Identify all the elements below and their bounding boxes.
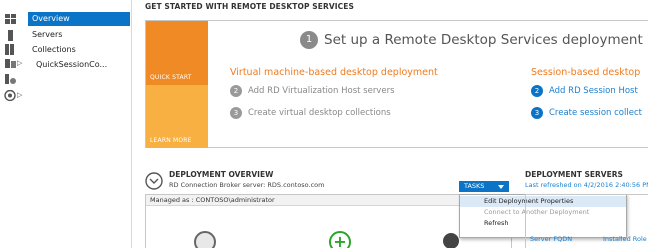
add-server-icon[interactable]: + (329, 231, 351, 248)
quick-start-tile[interactable]: QUICK START (146, 21, 208, 85)
vm-step-2-link[interactable]: Add RD Virtualization Host servers (248, 86, 395, 96)
column-header-installed-role[interactable]: Installed Role (603, 235, 647, 243)
server-manager-icon-rail: ▷ ▷ (0, 0, 24, 248)
vm-deployment-heading: Virtual machine-based desktop deployment (230, 67, 438, 78)
rd-gateway-icon[interactable] (443, 233, 459, 248)
file-storage-icon[interactable] (4, 58, 18, 69)
session-step-2: 2 Add RD Session Host (531, 85, 638, 97)
get-started-panel: QUICK START LEARN MORE 1 Set up a Remote… (145, 20, 648, 148)
column-header-server-fqdn[interactable]: Server FQDN (530, 235, 572, 243)
iis-icon[interactable] (4, 74, 18, 85)
rds-navigation-pane: Overview Servers Collections QuickSessio… (24, 0, 132, 248)
nav-item-servers[interactable]: Servers (28, 28, 62, 42)
learn-more-label: LEARN MORE (150, 137, 192, 144)
vm-step-2: 2 Add RD Virtualization Host servers (230, 85, 395, 97)
vm-step-3: 3 Create virtual desktop collections (230, 107, 391, 119)
local-server-icon[interactable] (4, 30, 18, 41)
connection-broker-label: RD Connection Broker server: RDS.contoso… (169, 181, 325, 189)
quick-start-label: QUICK START (150, 74, 192, 81)
nav-item-overview[interactable]: Overview (28, 12, 130, 26)
step-1-row: 1 Set up a Remote Desktop Services deplo… (300, 31, 643, 49)
learn-more-tile[interactable]: LEARN MORE (146, 85, 208, 148)
chevron-down-icon (498, 185, 504, 189)
rd-web-access-icon[interactable] (194, 231, 216, 248)
session-step-2-link[interactable]: Add RD Session Host (549, 86, 638, 96)
session-deployment-heading: Session-based desktop (531, 67, 641, 78)
nav-item-collections[interactable]: Collections (28, 43, 76, 57)
session-step-3-link[interactable]: Create session collect (549, 108, 642, 118)
managed-as-label: Managed as : CONTOSO\administrator (146, 195, 511, 206)
tasks-dropdown-button[interactable]: TASKS (459, 181, 509, 192)
section-title: GET STARTED WITH REMOTE DESKTOP SERVICES (145, 2, 355, 11)
deployment-overview-title: DEPLOYMENT OVERVIEW (169, 170, 274, 179)
all-servers-icon[interactable] (4, 44, 18, 55)
collapse-section-icon[interactable] (145, 172, 163, 190)
expand-arrow-icon[interactable]: ▷ (17, 59, 22, 67)
nav-item-quicksession-collection[interactable]: QuickSessionCo... (36, 58, 107, 72)
tasks-label: TASKS (464, 182, 485, 190)
vm-step-3-link[interactable]: Create virtual desktop collections (248, 108, 391, 118)
deployment-overview-diagram: Managed as : CONTOSO\administrator + (145, 194, 512, 248)
deployment-servers-title: DEPLOYMENT SERVERS (525, 170, 623, 179)
session-step-3: 3 Create session collect (531, 107, 642, 119)
remote-desktop-services-icon[interactable] (4, 90, 18, 101)
step-number-badge: 2 (230, 85, 242, 97)
dashboard-icon[interactable] (4, 14, 18, 25)
step-1-title[interactable]: Set up a Remote Desktop Services deploym… (324, 32, 643, 48)
main-content: GET STARTED WITH REMOTE DESKTOP SERVICES… (133, 0, 648, 248)
step-number-badge: 3 (531, 107, 543, 119)
step-number-badge: 2 (531, 85, 543, 97)
step-number-badge: 1 (300, 31, 318, 49)
last-refreshed-label: Last refreshed on 4/2/2016 2:40:56 PM (525, 181, 648, 189)
expand-arrow-icon[interactable]: ▷ (17, 91, 22, 99)
step-number-badge: 3 (230, 107, 242, 119)
